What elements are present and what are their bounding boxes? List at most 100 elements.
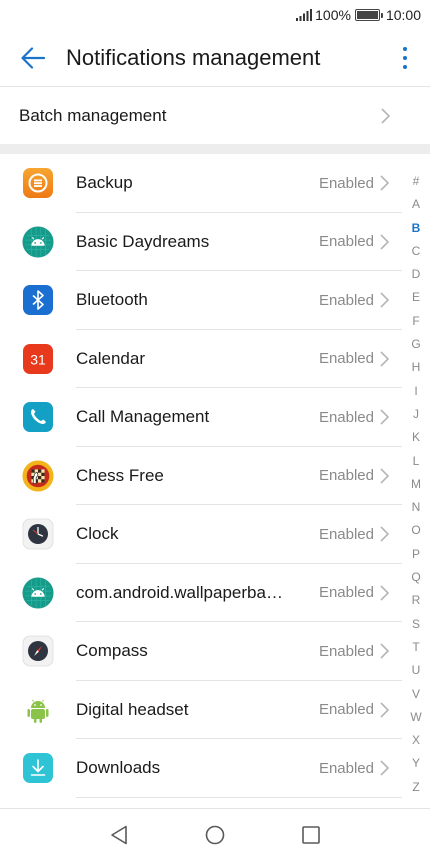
list-item[interactable]: Compass Enabled xyxy=(0,622,402,681)
index-letter[interactable]: G xyxy=(402,333,430,356)
app-bar: Notifications management xyxy=(0,30,430,86)
signal-icon xyxy=(296,9,313,21)
index-letter[interactable]: V xyxy=(402,683,430,706)
index-letter[interactable]: E xyxy=(402,286,430,309)
index-letter[interactable]: Q xyxy=(402,566,430,589)
chevron-right-icon xyxy=(380,526,389,542)
chevron-right-icon xyxy=(380,175,389,191)
batch-management-row[interactable]: Batch management xyxy=(0,87,430,144)
index-letter[interactable]: P xyxy=(402,543,430,566)
index-letter[interactable]: C xyxy=(402,240,430,263)
list-item[interactable]: Bluetooth Enabled xyxy=(0,271,402,330)
back-button[interactable] xyxy=(0,30,66,86)
index-letter[interactable]: U xyxy=(402,659,430,682)
index-letter[interactable]: N xyxy=(402,496,430,519)
backup-icon xyxy=(22,167,54,199)
list-item[interactable]: Downloads Enabled xyxy=(0,739,402,798)
index-letter[interactable]: R xyxy=(402,589,430,612)
chevron-right-icon xyxy=(380,468,389,484)
square-recents-icon xyxy=(302,825,320,844)
index-letter[interactable]: B xyxy=(402,217,430,240)
app-name: Digital headset xyxy=(76,699,189,719)
index-letter[interactable]: # xyxy=(402,170,430,193)
index-letter[interactable]: T xyxy=(402,636,430,659)
nav-recents-button[interactable] xyxy=(263,809,359,860)
list-item[interactable]: Basic Daydreams Enabled xyxy=(0,213,402,271)
index-letter[interactable]: H xyxy=(402,356,430,379)
app-name: Bluetooth xyxy=(76,290,148,310)
list-item[interactable]: Chess Free Enabled xyxy=(0,447,402,505)
app-name: Chess Free xyxy=(76,465,164,485)
bluetooth-icon xyxy=(22,284,54,316)
index-letter[interactable]: A xyxy=(402,193,430,216)
chevron-right-icon xyxy=(380,234,389,250)
list-item[interactable]: 31 Calendar Enabled xyxy=(0,330,402,388)
chevron-right-icon xyxy=(380,351,389,367)
navigation-bar xyxy=(0,809,430,860)
status-bar: 100% 10:00 xyxy=(0,0,430,30)
page-title: Notifications management xyxy=(66,45,321,70)
calendar-icon: 31 xyxy=(22,343,54,375)
clock-icon xyxy=(22,518,54,550)
battery-icon xyxy=(354,9,383,21)
alphabet-index[interactable]: # A B C D E F G H I J K L M N O P Q R S T U V W X Y Z xyxy=(402,170,430,799)
clock-time: 10:00 xyxy=(385,7,421,23)
chevron-right-icon xyxy=(381,107,390,124)
chevron-right-icon xyxy=(380,760,389,776)
compass-icon xyxy=(22,635,54,667)
chevron-right-icon xyxy=(380,585,389,601)
app-name: Basic Daydreams xyxy=(76,231,210,251)
app-status: Enabled xyxy=(318,467,374,485)
android-icon xyxy=(22,694,54,726)
index-letter[interactable]: D xyxy=(402,263,430,286)
app-status: Enabled xyxy=(318,642,374,660)
app-name: Downloads xyxy=(76,758,161,778)
app-status: Enabled xyxy=(318,525,374,543)
app-status: Enabled xyxy=(318,584,374,602)
app-status: Enabled xyxy=(318,701,374,719)
list-item[interactable]: Digital headset Enabled xyxy=(0,681,402,739)
nav-home-button[interactable] xyxy=(167,809,263,860)
index-letter[interactable]: O xyxy=(402,519,430,542)
circle-home-icon xyxy=(205,825,225,844)
app-list: Backup Enabled Basic Daydreams Enabled B… xyxy=(0,154,402,798)
app-name: Call Management xyxy=(76,407,210,427)
chevron-right-icon xyxy=(380,409,389,425)
app-status: Enabled xyxy=(318,233,374,251)
index-letter[interactable]: S xyxy=(402,613,430,636)
list-item[interactable]: Call Management Enabled xyxy=(0,388,402,447)
android-grid-icon xyxy=(22,577,54,609)
app-name: Clock xyxy=(76,524,119,544)
index-letter[interactable]: F xyxy=(402,310,430,333)
index-letter[interactable]: W xyxy=(402,706,430,729)
chevron-right-icon xyxy=(380,702,389,718)
more-options-icon[interactable] xyxy=(380,30,430,86)
app-name: Backup xyxy=(76,173,133,193)
index-letter[interactable]: X xyxy=(402,729,430,752)
app-status: Enabled xyxy=(318,408,374,426)
index-letter[interactable]: L xyxy=(402,450,430,473)
nav-back-button[interactable] xyxy=(71,809,167,860)
list-item[interactable]: Backup Enabled xyxy=(0,154,402,213)
index-letter[interactable]: M xyxy=(402,473,430,496)
index-letter[interactable]: K xyxy=(402,426,430,449)
triangle-back-icon xyxy=(111,825,127,844)
index-letter[interactable]: Z xyxy=(402,776,430,799)
app-status: Enabled xyxy=(318,291,374,309)
app-name: Calendar xyxy=(76,348,145,368)
app-name: Compass xyxy=(76,641,148,661)
section-separator xyxy=(0,144,430,154)
android-grid-icon xyxy=(22,226,54,258)
index-letter[interactable]: J xyxy=(402,403,430,426)
battery-percent: 100% xyxy=(315,7,351,23)
back-arrow-icon xyxy=(21,47,45,69)
chevron-right-icon xyxy=(380,292,389,308)
list-item[interactable]: com.android.wallpaperba… Enabled xyxy=(0,564,402,622)
chess-icon xyxy=(22,460,54,492)
app-status: Enabled xyxy=(318,759,374,777)
phone-icon xyxy=(22,401,54,433)
download-icon xyxy=(22,752,54,784)
index-letter[interactable]: I xyxy=(402,380,430,403)
index-letter[interactable]: Y xyxy=(402,752,430,775)
list-item[interactable]: Clock Enabled xyxy=(0,505,402,564)
